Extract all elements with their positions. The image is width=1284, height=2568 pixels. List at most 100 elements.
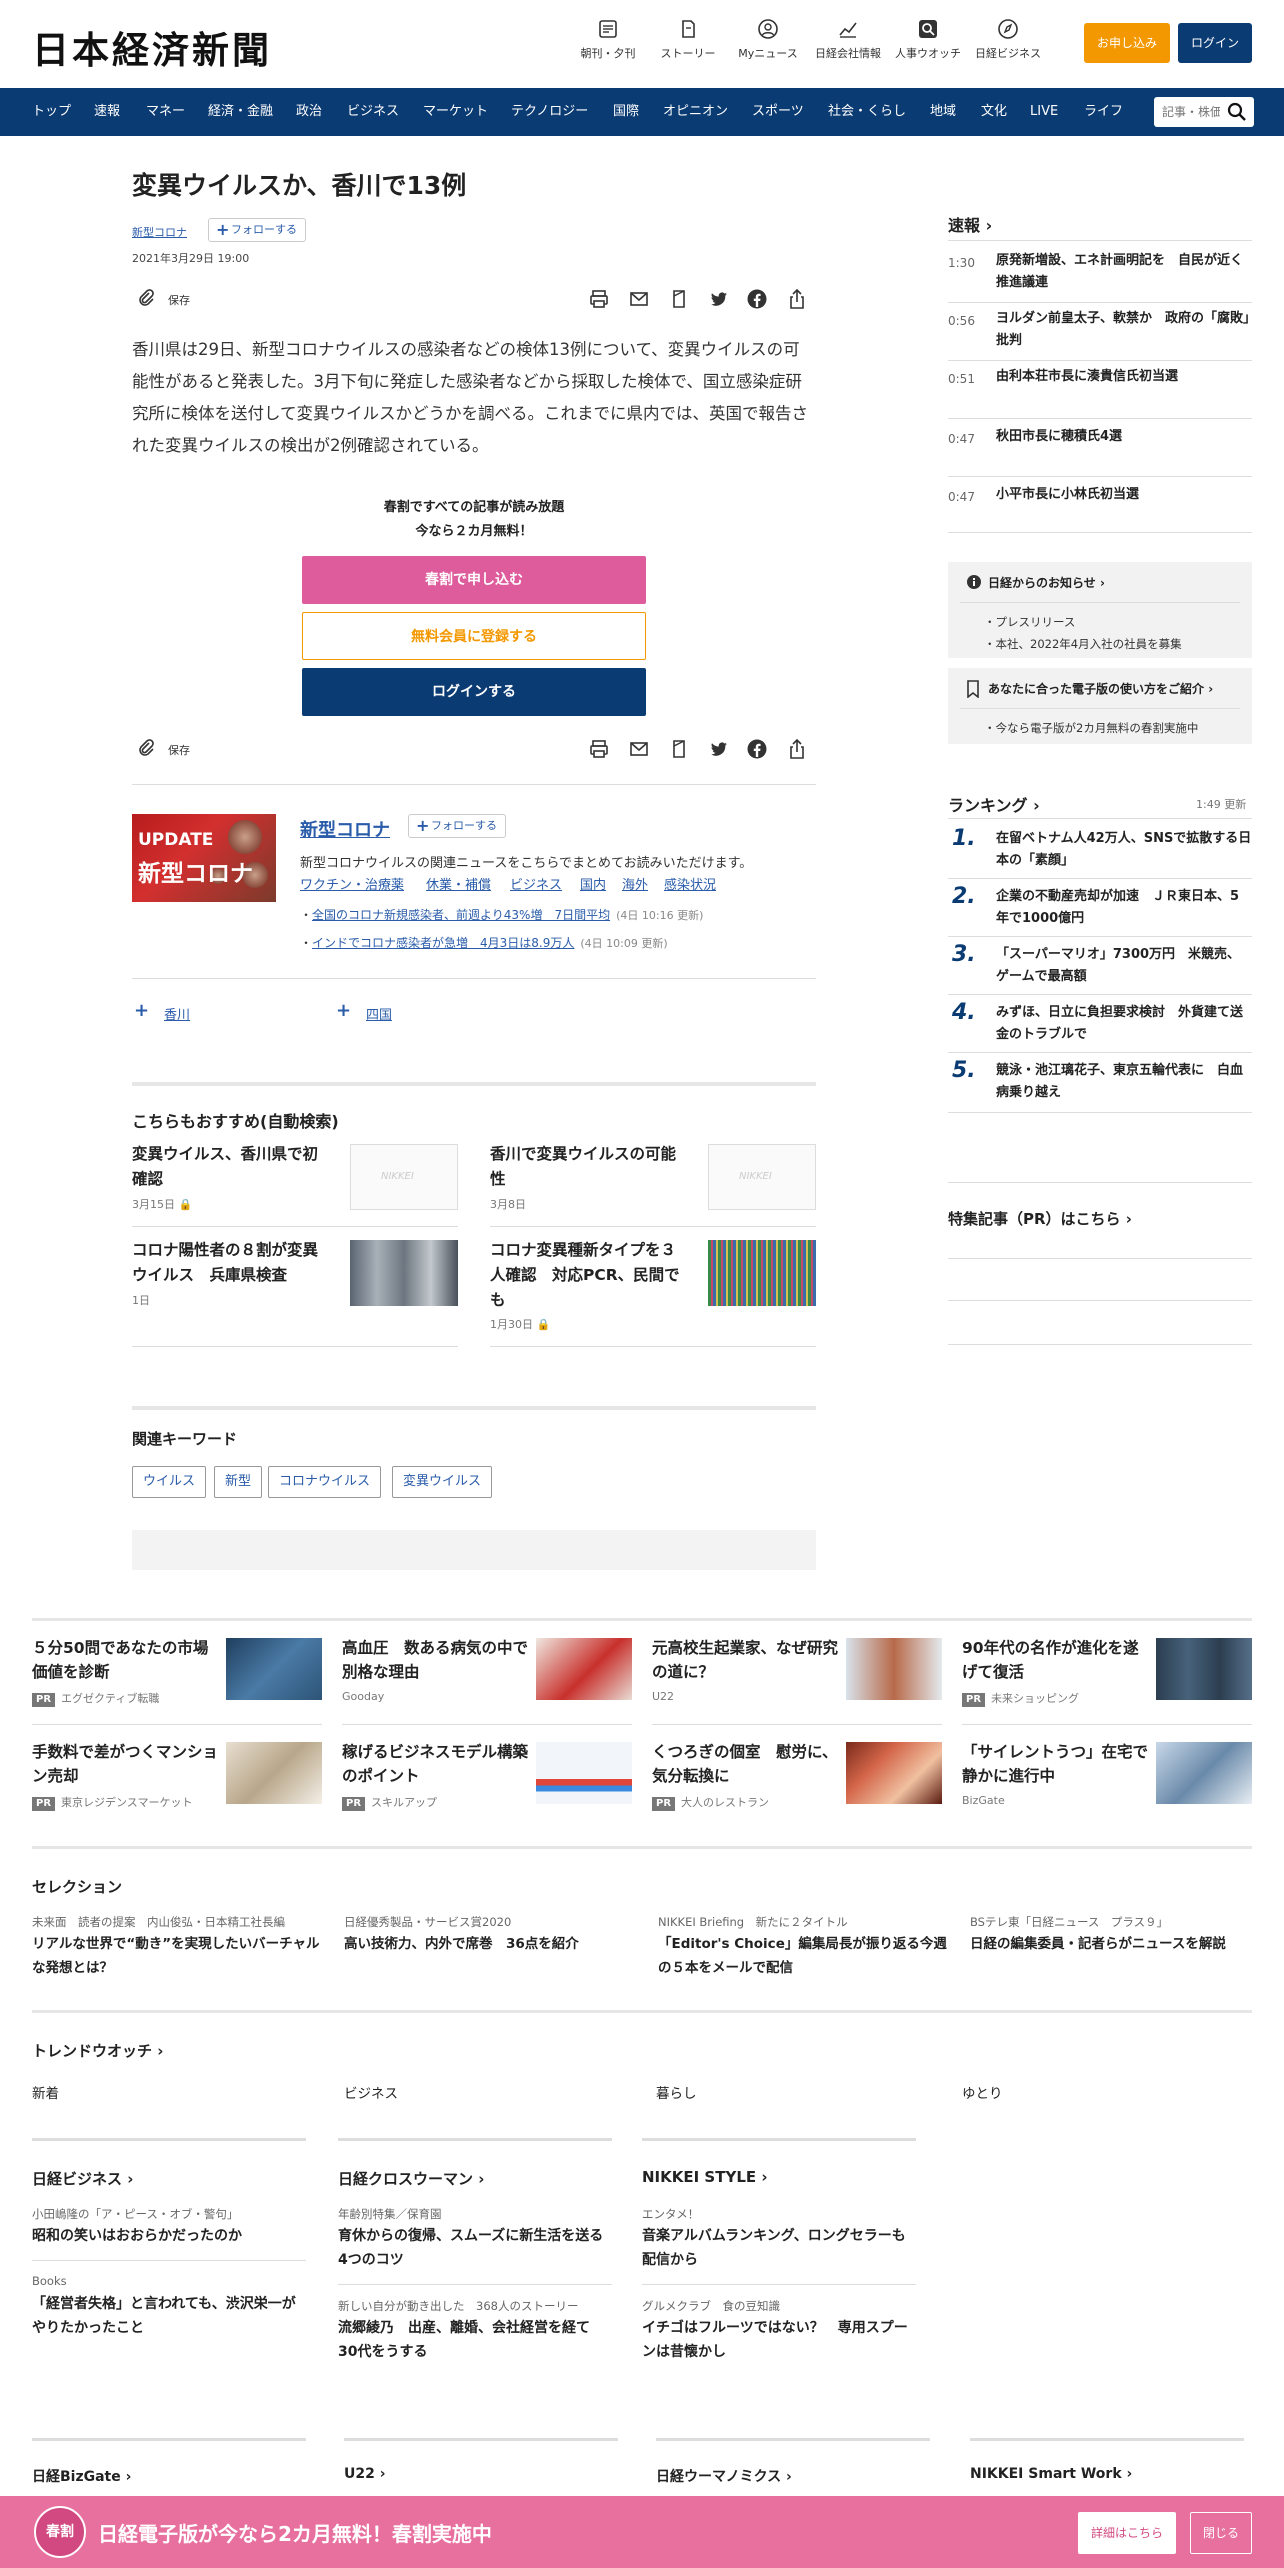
print-icon[interactable] bbox=[588, 738, 610, 760]
flash-title[interactable]: 小平市長に小林氏初当選 bbox=[996, 484, 1252, 506]
bottom-link[interactable]: U22 bbox=[344, 2466, 386, 2482]
notice-heading[interactable]: 日経からのお知らせ bbox=[988, 574, 1105, 591]
topic-tag[interactable]: 感染状況 bbox=[664, 874, 716, 893]
header-link-personnel[interactable]: 人事ウオッチ bbox=[888, 18, 968, 61]
recommend-title[interactable]: 香川で変異ウイルスの可能性 bbox=[490, 1142, 690, 1192]
header-link-business[interactable]: 日経ビジネス bbox=[968, 18, 1048, 61]
topic-follow-button[interactable]: フォローする bbox=[408, 814, 506, 838]
nav-item-money[interactable]: マネー bbox=[146, 88, 185, 136]
topic-news-link[interactable]: インドでコロナ感染者が急増 4月3日は8.9万人 bbox=[312, 936, 574, 950]
article-topic-link[interactable]: 新型コロナ bbox=[132, 224, 187, 240]
print-icon[interactable] bbox=[588, 288, 610, 310]
ad-title[interactable]: くつろぎの個室 慰労に、気分転換に bbox=[652, 1740, 842, 1788]
banner-details-button[interactable]: 詳細はこちら bbox=[1078, 2512, 1176, 2554]
recommend-thumbnail[interactable] bbox=[350, 1240, 458, 1306]
paperclip-icon[interactable] bbox=[136, 288, 156, 308]
ranking-title[interactable]: 「スーパーマリオ」7300万円 米競売、ゲームで最高額 bbox=[996, 944, 1252, 988]
follow-button[interactable]: フォローする bbox=[208, 218, 306, 242]
search-icon[interactable] bbox=[1226, 101, 1248, 123]
ranking-title[interactable]: 企業の不動産売却が加速 ＪＲ東日本、5年で1000億円 bbox=[996, 886, 1252, 930]
nav-item-technology[interactable]: テクノロジー bbox=[511, 88, 588, 136]
facebook-icon[interactable] bbox=[746, 288, 768, 310]
media-title[interactable]: 「経営者失格」と言われても、渋沢栄一がやりたかったこと bbox=[32, 2292, 302, 2340]
nav-item-flash[interactable]: 速報 bbox=[94, 88, 120, 136]
recommend-thumbnail[interactable] bbox=[708, 1240, 816, 1306]
ranking-heading[interactable]: ランキング bbox=[948, 792, 1040, 816]
nav-item-international[interactable]: 国際 bbox=[613, 88, 639, 136]
ad-title[interactable]: 元高校生起業家、なぜ研究の道に？ bbox=[652, 1636, 842, 1684]
register-button[interactable]: 無料会員に登録する bbox=[302, 612, 646, 660]
nav-item-business[interactable]: ビジネス bbox=[347, 88, 399, 136]
ad-title[interactable]: 高血圧 数ある病気の中で別格な理由 bbox=[342, 1636, 532, 1684]
topic-name-link[interactable]: 新型コロナ bbox=[300, 816, 390, 842]
trend-category[interactable]: ゆとり bbox=[962, 2082, 1003, 2102]
notice-item[interactable]: ・今なら電子版が2カ月無料の春割実施中 bbox=[984, 720, 1198, 736]
topic-news-link[interactable]: 全国のコロナ新規感染者、前週より43%増 7日間平均 bbox=[312, 908, 610, 922]
flash-title[interactable]: 秋田市長に穂積氏4選 bbox=[996, 426, 1252, 448]
ad-title[interactable]: 「サイレントうつ」在宅で静かに進行中 bbox=[962, 1740, 1152, 1788]
recommend-title[interactable]: 変異ウイルス、香川県で初確認 bbox=[132, 1142, 332, 1192]
nav-item-society[interactable]: 社会・くらし bbox=[828, 88, 906, 136]
recommend-title[interactable]: コロナ変異種新タイプを３人確認 対応PCR、民間でも bbox=[490, 1238, 690, 1313]
plus-icon[interactable]: + bbox=[336, 1002, 354, 1020]
notice-heading[interactable]: あなたに合った電子版の使い方をご紹介 bbox=[988, 680, 1213, 697]
topic-tag[interactable]: 休業・補償 bbox=[426, 874, 491, 893]
nav-item-opinion[interactable]: オピニオン bbox=[663, 88, 728, 136]
region-link-shikoku[interactable]: 四国 bbox=[366, 1004, 392, 1023]
media-heading[interactable]: 日経クロスウーマン bbox=[338, 2168, 484, 2189]
topic-tag[interactable]: 海外 bbox=[622, 874, 648, 893]
banner-close-button[interactable]: 閉じる bbox=[1190, 2512, 1252, 2554]
save-label[interactable]: 保存 bbox=[168, 292, 190, 308]
selection-title[interactable]: リアルな世界で“動き”を実現したいバーチャルな発想とは？ bbox=[32, 1932, 322, 1980]
ad-title[interactable]: ５分50問であなたの市場価値を診断 bbox=[32, 1636, 222, 1684]
subscribe-button[interactable]: 春割で申し込む bbox=[302, 556, 646, 604]
media-heading[interactable]: NIKKEI STYLE bbox=[642, 2168, 768, 2186]
recommend-thumbnail[interactable]: NIKKEI bbox=[708, 1144, 816, 1210]
login-article-button[interactable]: ログインする bbox=[302, 668, 646, 716]
selection-title[interactable]: 「Editor's Choice」編集局長が振り返る今週の５本をメールで配信 bbox=[658, 1932, 948, 1980]
ad-title[interactable]: 稼げるビジネスモデル構築のポイント bbox=[342, 1740, 532, 1788]
media-title[interactable]: 流郷綾乃 出産、離婚、会社経営を経て30代をうする bbox=[338, 2316, 608, 2364]
special-heading[interactable]: 特集記事（PR）はこちら bbox=[948, 1208, 1132, 1229]
ranking-title[interactable]: みずほ、日立に負担要求検討 外貨建て送金のトラブルで bbox=[996, 1002, 1252, 1046]
topic-image[interactable]: UPDATE 新型コロナ bbox=[132, 814, 276, 902]
facebook-icon[interactable] bbox=[746, 738, 768, 760]
bottom-link[interactable]: 日経BizGate bbox=[32, 2466, 131, 2486]
region-link-kagawa[interactable]: 香川 bbox=[164, 1004, 190, 1023]
nav-item-region[interactable]: 地域 bbox=[930, 88, 956, 136]
trend-category[interactable]: 暮らし bbox=[656, 2082, 697, 2102]
site-logo[interactable]: 日本経済新聞 bbox=[32, 20, 272, 74]
save-label[interactable]: 保存 bbox=[168, 742, 190, 758]
header-link-mynews[interactable]: Myニュース bbox=[728, 18, 808, 61]
media-title[interactable]: 昭和の笑いはおおらかだったのか bbox=[32, 2224, 302, 2248]
flash-title[interactable]: 原発新増設、エネ計画明記を 自民が近く推進議連 bbox=[996, 250, 1252, 294]
keyword-chip[interactable]: 新型 bbox=[214, 1466, 263, 1498]
ad-thumbnail[interactable] bbox=[536, 1638, 632, 1700]
ad-thumbnail[interactable] bbox=[536, 1742, 632, 1804]
ad-title[interactable]: 手数料で差がつくマンション売却 bbox=[32, 1740, 222, 1788]
keyword-chip[interactable]: コロナウイルス bbox=[268, 1466, 382, 1498]
media-title[interactable]: 育休からの復帰、スムーズに新生活を送る4つのコツ bbox=[338, 2224, 608, 2272]
trend-category[interactable]: ビジネス bbox=[344, 2082, 398, 2102]
paperclip-icon[interactable] bbox=[136, 738, 156, 758]
selection-title[interactable]: 日経の編集委員・記者らがニュースを解説 bbox=[970, 1932, 1260, 1956]
header-link-company[interactable]: 日経会社情報 bbox=[808, 18, 888, 61]
topic-tag[interactable]: ビジネス bbox=[510, 874, 562, 893]
keyword-chip[interactable]: 変異ウイルス bbox=[392, 1466, 493, 1498]
notice-item[interactable]: ・本社、2022年4月入社の社員を募集 bbox=[984, 636, 1182, 652]
apply-button[interactable]: お申し込み bbox=[1084, 23, 1170, 63]
recommend-thumbnail[interactable]: NIKKEI bbox=[350, 1144, 458, 1210]
recommend-title[interactable]: コロナ陽性者の８割が変異ウイルス 兵庫県検査 bbox=[132, 1238, 332, 1288]
header-link-paper[interactable]: 朝刊・夕刊 bbox=[568, 18, 648, 61]
bottom-link[interactable]: NIKKEI Smart Work bbox=[970, 2466, 1132, 2482]
nav-item-top[interactable]: トップ bbox=[32, 88, 71, 136]
ad-thumbnail[interactable] bbox=[226, 1638, 322, 1700]
keyword-chip[interactable]: ウイルス bbox=[132, 1466, 207, 1498]
media-title[interactable]: イチゴはフルーツではない？ 専用スプーンは昔懐かし bbox=[642, 2316, 912, 2364]
mail-icon[interactable] bbox=[628, 288, 650, 310]
nav-item-politics[interactable]: 政治 bbox=[296, 88, 322, 136]
ad-thumbnail[interactable] bbox=[226, 1742, 322, 1804]
ad-title[interactable]: 90年代の名作が進化を遂げて復活 bbox=[962, 1636, 1152, 1684]
topic-tag[interactable]: ワクチン・治療薬 bbox=[300, 874, 404, 893]
ad-thumbnail[interactable] bbox=[846, 1742, 942, 1804]
